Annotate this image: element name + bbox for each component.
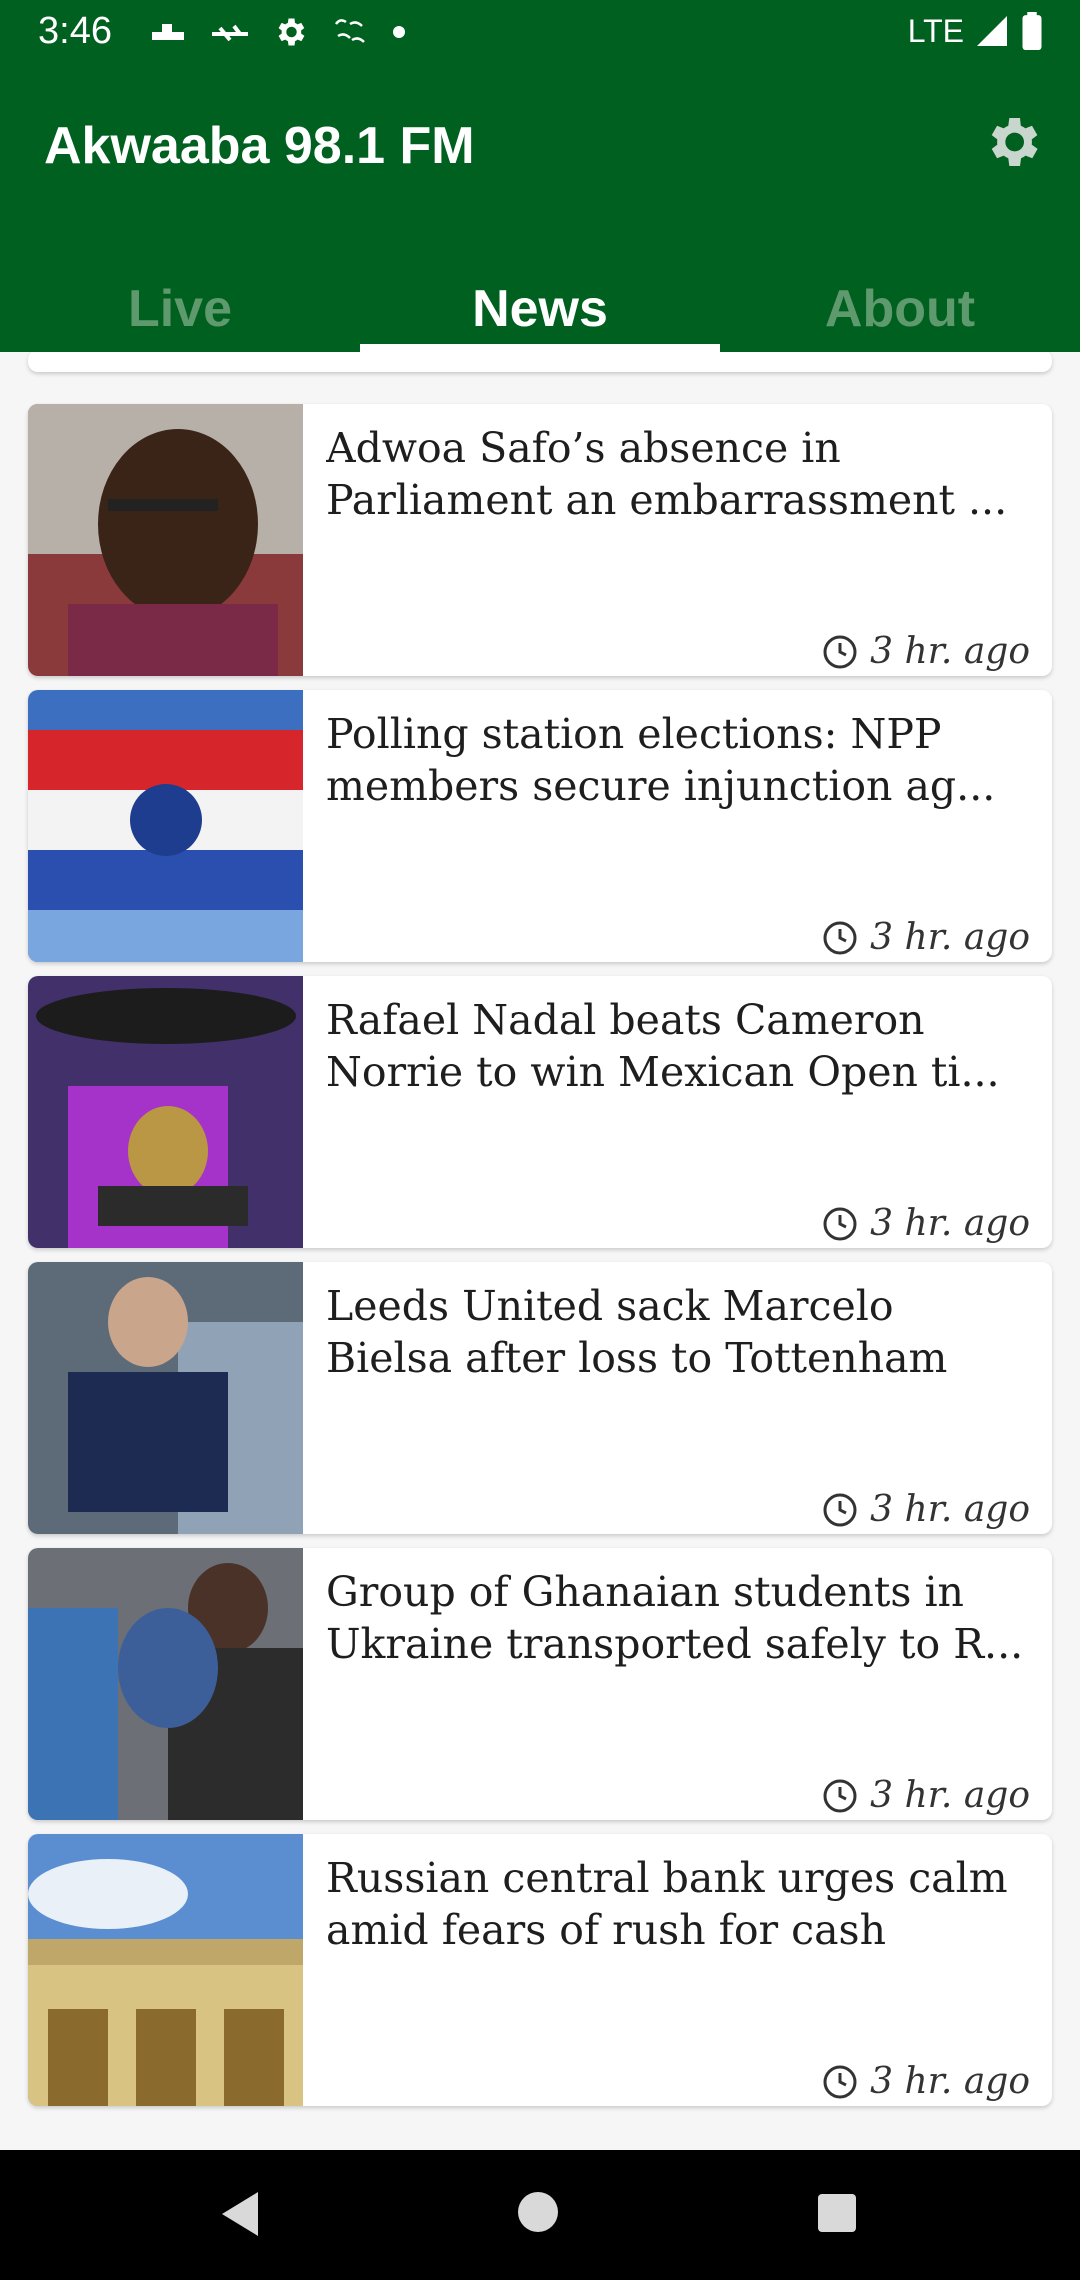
- news-time-text: 3 hr. ago: [870, 2061, 1030, 2102]
- network-type: LTE: [907, 12, 964, 49]
- clock-icon: [823, 1207, 857, 1240]
- news-time-text: 3 hr. ago: [870, 1203, 1030, 1244]
- news-time: 3 hr. ago: [822, 917, 1030, 958]
- back-icon[interactable]: [218, 2190, 262, 2238]
- battery-icon: [1022, 12, 1042, 50]
- news-thumbnail: [28, 404, 303, 676]
- news-time-text: 3 hr. ago: [870, 917, 1030, 958]
- clock-icon: [823, 921, 857, 954]
- news-card[interactable]: Leeds United sack Marcelo Bielsa after l…: [28, 1262, 1052, 1534]
- tab-live[interactable]: Live: [0, 276, 360, 342]
- news-time: 3 hr. ago: [822, 1489, 1030, 1530]
- news-thumbnail: [28, 976, 303, 1248]
- news-time-text: 3 hr. ago: [870, 1489, 1030, 1530]
- news-headline: Adwoa Safo’s absence in Parliament an em…: [326, 424, 1008, 524]
- news-card[interactable]: Russian central bank urges calm amid fea…: [28, 1834, 1052, 2106]
- status-bar: 3:46 LTE: [0, 0, 1080, 66]
- tab-bar: Live News About: [0, 280, 1080, 352]
- dot-icon: [393, 26, 405, 38]
- news-time-text: 3 hr. ago: [870, 631, 1030, 672]
- news-time-text: 3 hr. ago: [870, 1775, 1030, 1816]
- clock-icon: [823, 2065, 857, 2098]
- news-card[interactable]: Group of Ghanaian students in Ukraine tr…: [28, 1548, 1052, 1820]
- signal-icon: [977, 16, 1007, 46]
- home-icon[interactable]: [518, 2192, 558, 2232]
- status-icons: [148, 14, 406, 50]
- news-headline: Group of Ghanaian students in Ukraine tr…: [326, 1568, 1024, 1668]
- gear-icon: [278, 18, 305, 46]
- news-thumbnail: [28, 1834, 303, 2106]
- news-time: 3 hr. ago: [822, 1203, 1030, 1244]
- tab-indicator: [360, 344, 720, 352]
- app-bar: Akwaaba 98.1 FM Live News About: [0, 66, 1080, 352]
- app-title: Akwaaba 98.1 FM: [44, 117, 475, 175]
- notification-icon: [152, 24, 184, 40]
- news-card[interactable]: Rafael Nadal beats Cameron Norrie to win…: [28, 976, 1052, 1248]
- news-card[interactable]: Polling station elections: NPP members s…: [28, 690, 1052, 962]
- news-thumbnail: [28, 1548, 303, 1820]
- radio-icon: [334, 19, 365, 43]
- recents-icon[interactable]: [818, 2194, 856, 2232]
- status-right: LTE: [908, 12, 1044, 50]
- news-thumbnail: [28, 1262, 303, 1534]
- news-time: 3 hr. ago: [822, 631, 1030, 672]
- clock-icon: [823, 635, 857, 668]
- gear-icon: [991, 118, 1038, 166]
- tab-news[interactable]: News: [360, 276, 720, 342]
- status-time: 3:46: [38, 10, 112, 52]
- tab-about[interactable]: About: [720, 276, 1080, 342]
- clock-icon: [823, 1493, 857, 1526]
- list-item[interactable]: [28, 352, 1052, 372]
- news-headline: Rafael Nadal beats Cameron Norrie to win…: [326, 996, 1000, 1096]
- news-headline: Leeds United sack Marcelo Bielsa after l…: [326, 1282, 948, 1382]
- news-thumbnail: [28, 690, 303, 962]
- news-card[interactable]: Adwoa Safo’s absence in Parliament an em…: [28, 404, 1052, 676]
- news-headline: Russian central bank urges calm amid fea…: [326, 1854, 1008, 1954]
- news-headline: Polling station elections: NPP members s…: [326, 710, 996, 810]
- news-time: 3 hr. ago: [822, 1775, 1030, 1816]
- notification-icon: [212, 24, 248, 42]
- news-list[interactable]: Adwoa Safo’s absence in Parliament an em…: [0, 352, 1080, 2150]
- news-time: 3 hr. ago: [822, 2061, 1030, 2102]
- settings-button[interactable]: [980, 110, 1044, 174]
- clock-icon: [823, 1779, 857, 1812]
- system-nav-bar: [0, 2150, 1080, 2280]
